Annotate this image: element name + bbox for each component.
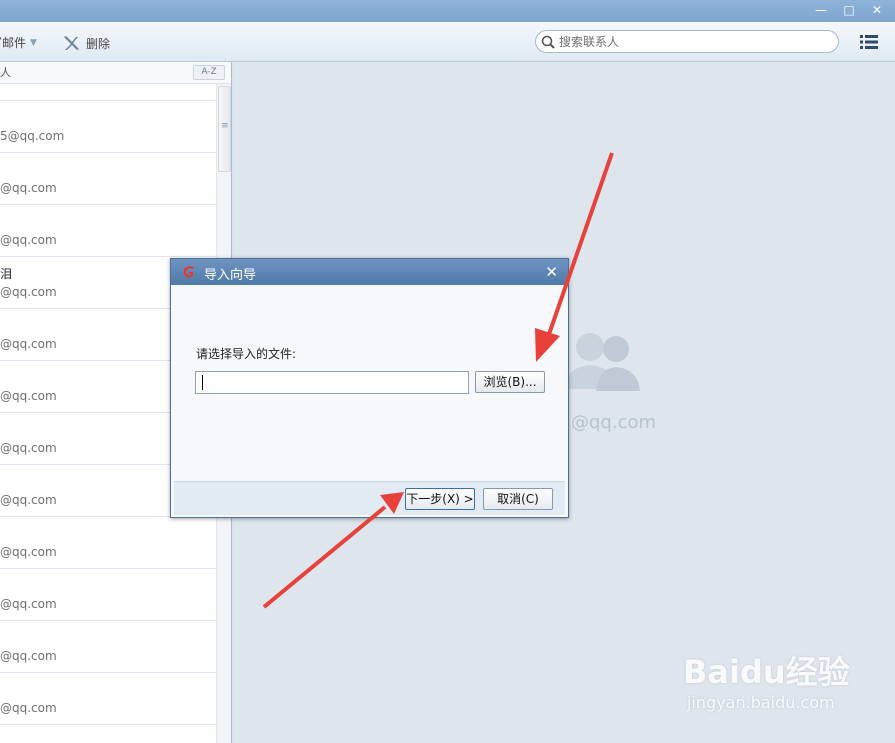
contact-email: @qq.com bbox=[0, 597, 57, 611]
contact-email: @qq.com bbox=[0, 441, 57, 455]
window-titlebar: — □ ✕ bbox=[0, 0, 895, 22]
write-mail-label: 写邮件 bbox=[0, 36, 27, 50]
list-item[interactable]: 5@qq.com bbox=[0, 101, 216, 153]
contacts-avatar-icon bbox=[564, 333, 640, 391]
watermark-brand: Baidu bbox=[683, 653, 786, 691]
toolbar: 写邮件 ▼ 删除 搜索联系人 bbox=[0, 22, 895, 62]
list-item[interactable]: @qq.com bbox=[0, 621, 216, 673]
watermark-brand-cn: 经验 bbox=[785, 653, 850, 691]
chevron-down-icon[interactable]: ▼ bbox=[30, 38, 37, 48]
contact-name: 泪 bbox=[0, 267, 13, 281]
text-caret bbox=[202, 375, 203, 390]
contact-email: @qq.com bbox=[0, 493, 57, 507]
contact-email: @qq.com bbox=[0, 233, 57, 247]
delete-button[interactable]: 删除 bbox=[62, 34, 110, 52]
list-item[interactable]: @qq.com bbox=[0, 153, 216, 205]
search-input[interactable]: 搜索联系人 bbox=[535, 30, 839, 53]
list-header-label: 人 bbox=[0, 66, 11, 79]
dialog-titlebar: 导入向导 ✕ bbox=[171, 259, 568, 285]
write-mail-button[interactable]: 写邮件 ▼ bbox=[0, 34, 37, 51]
search-placeholder: 搜索联系人 bbox=[559, 35, 620, 49]
list-item[interactable]: @qq.com bbox=[0, 569, 216, 621]
sort-az-button[interactable]: A-Z bbox=[193, 65, 225, 80]
next-button[interactable]: 下一步(X) > bbox=[405, 488, 475, 510]
search-icon bbox=[541, 35, 555, 49]
list-item[interactable]: @qq.com bbox=[0, 517, 216, 569]
maximize-button[interactable]: □ bbox=[838, 2, 860, 18]
contact-email: @qq.com bbox=[0, 649, 57, 663]
minimize-button[interactable]: — bbox=[810, 2, 832, 18]
contact-email: @qq.com bbox=[0, 701, 57, 715]
delete-icon bbox=[64, 36, 79, 50]
list-item[interactable]: @qq.com bbox=[0, 673, 216, 725]
list-header: 人 A-Z bbox=[0, 62, 231, 84]
close-window-button[interactable]: ✕ bbox=[866, 2, 888, 18]
list-item[interactable] bbox=[0, 84, 231, 101]
contact-email: @qq.com bbox=[0, 337, 57, 351]
dialog-body: 请选择导入的文件: 浏览(B)... bbox=[174, 287, 565, 479]
watermark: Baidu经验 jingyan.baidu.com bbox=[683, 647, 850, 712]
import-wizard-dialog: 导入向导 ✕ 请选择导入的文件: 浏览(B)... 下一步(X) > 取消(C) bbox=[170, 258, 569, 518]
app-logo-icon bbox=[183, 266, 194, 278]
dialog-title: 导入向导 bbox=[204, 268, 257, 283]
file-prompt-label: 请选择导入的文件: bbox=[196, 347, 297, 361]
delete-label: 删除 bbox=[86, 36, 111, 51]
dialog-close-icon[interactable]: ✕ bbox=[545, 263, 558, 281]
list-item[interactable]: @qq.com bbox=[0, 205, 216, 257]
list-menu-icon[interactable] bbox=[860, 35, 878, 49]
browse-button[interactable]: 浏览(B)... bbox=[475, 371, 545, 393]
contact-email: @qq.com bbox=[0, 181, 57, 195]
contact-email: 5@qq.com bbox=[0, 129, 65, 143]
cancel-button[interactable]: 取消(C) bbox=[483, 488, 553, 510]
scrollbar-thumb[interactable]: ≡ bbox=[218, 86, 231, 172]
contact-email: @qq.com bbox=[0, 389, 57, 403]
contact-email: @qq.com bbox=[0, 285, 57, 299]
contact-email: @qq.com bbox=[571, 412, 657, 433]
watermark-url: jingyan.baidu.com bbox=[687, 693, 835, 712]
contact-email: @qq.com bbox=[0, 545, 57, 559]
dialog-footer: 下一步(X) > 取消(C) bbox=[174, 481, 565, 515]
file-path-input[interactable] bbox=[195, 371, 469, 394]
